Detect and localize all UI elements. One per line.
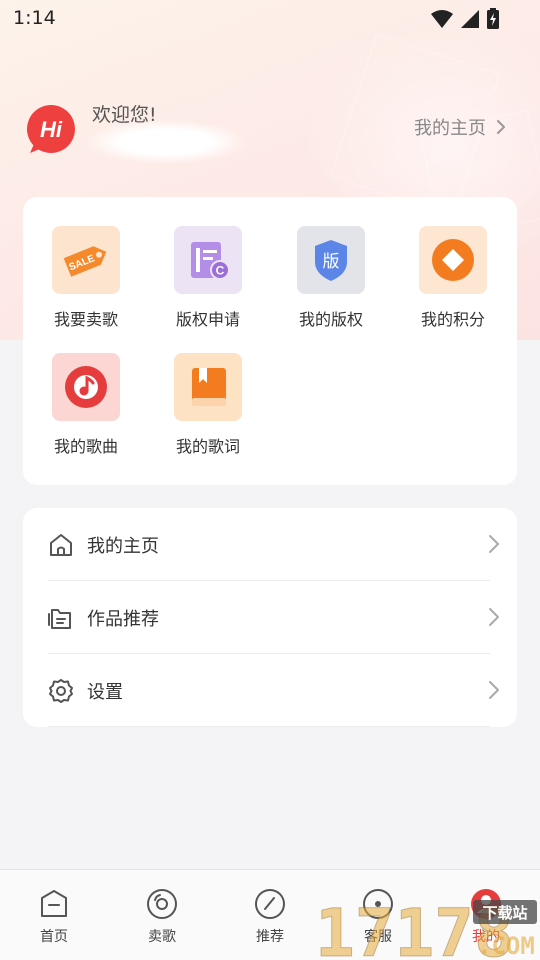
tab-label: 推荐 [256, 929, 284, 945]
disc-tab-icon [147, 889, 177, 919]
svg-text:.COM: .COM [477, 932, 535, 960]
avatar-hi-icon: Hi [27, 105, 75, 153]
chevron-right-icon [489, 535, 499, 553]
status-bar: 1:14 [0, 0, 540, 38]
svg-text:Hi: Hi [40, 117, 63, 142]
sale-tag-icon: SALE [63, 246, 107, 277]
menu-item-label: 我的主页 [87, 536, 159, 557]
grid-item-my-copyright[interactable]: 版 我的版权 [276, 226, 386, 330]
svg-text:版: 版 [323, 252, 340, 272]
chevron-right-icon [489, 681, 499, 699]
chevron-right-icon [497, 120, 505, 134]
tab-home[interactable]: 首页 [4, 870, 104, 960]
avatar[interactable]: Hi [26, 104, 76, 154]
music-disc-icon [65, 366, 107, 408]
status-time: 1:14 [13, 7, 56, 29]
tab-sell-song[interactable]: 卖歌 [112, 870, 212, 960]
grid-item-sell-song[interactable]: SALE 我要卖歌 [31, 226, 141, 330]
compass-tab-icon [255, 889, 285, 919]
points-coin-icon [432, 239, 474, 281]
battery-icon [487, 8, 499, 29]
grid-item-label: 我要卖歌 [53, 310, 118, 329]
grid-item-my-lyrics[interactable]: 我的歌词 [153, 353, 263, 457]
signal-icon [461, 10, 479, 28]
svg-text:下载站: 下载站 [482, 904, 527, 922]
copyright-shield-icon: 版 [315, 240, 347, 281]
menu-item-settings[interactable]: 设置 [48, 654, 499, 727]
function-grid-card: SALE 我要卖歌 C 版权申请 版 我的版权 我的积分 我的歌曲 我的歌词 [23, 197, 517, 485]
lyrics-book-icon [192, 368, 226, 406]
grid-item-label: 我的版权 [298, 310, 363, 329]
menu-item-label: 作品推荐 [87, 609, 159, 630]
menu-item-works-recommend[interactable]: 作品推荐 [48, 581, 499, 654]
home-tab-icon [41, 890, 67, 917]
tab-label: 首页 [40, 929, 68, 945]
grid-item-label: 版权申请 [175, 310, 240, 329]
wifi-icon [431, 10, 453, 28]
my-homepage-link-label: 我的主页 [414, 118, 486, 139]
profile-section: Hi 欢迎您! 我的主页 [26, 100, 516, 170]
settings-menu-card: 我的主页 作品推荐 设置 [23, 508, 517, 727]
copyright-document-icon: C [191, 242, 230, 280]
grid-item-copyright-apply[interactable]: C 版权申请 [153, 226, 263, 330]
grid-item-my-songs[interactable]: 我的歌曲 [31, 353, 141, 457]
menu-item-label: 设置 [87, 682, 123, 703]
tab-recommend[interactable]: 推荐 [220, 870, 320, 960]
chevron-right-icon [489, 608, 499, 626]
svg-text:C: C [216, 264, 225, 278]
home-icon [50, 534, 72, 556]
grid-item-label: 我的歌词 [175, 437, 240, 456]
my-homepage-link[interactable]: 我的主页 [414, 114, 506, 140]
grid-item-my-points[interactable]: 我的积分 [398, 226, 508, 330]
settings-gear-icon [49, 679, 73, 703]
grid-item-label: 我的歌曲 [53, 437, 118, 456]
site-watermark-logo: 17178 下载站 .COM [315, 895, 537, 960]
tab-label: 卖歌 [148, 929, 176, 945]
works-folder-icon [48, 609, 71, 629]
grid-item-label: 我的积分 [420, 310, 485, 329]
username-redacted [86, 120, 246, 164]
menu-item-my-homepage[interactable]: 我的主页 [48, 508, 499, 581]
